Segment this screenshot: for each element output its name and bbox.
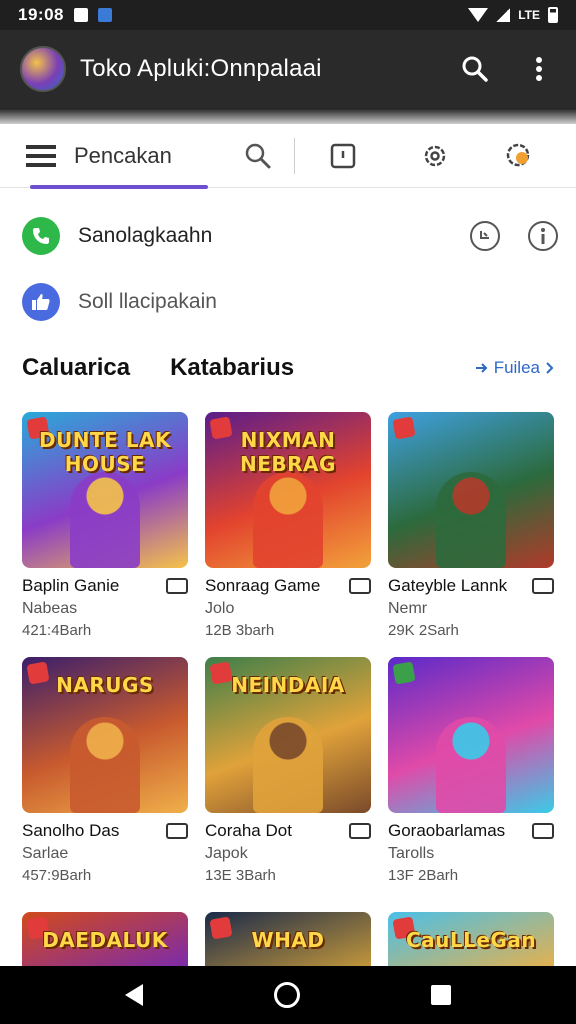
install-icon[interactable] bbox=[349, 578, 371, 594]
game-art-title: NIXMAN NEBRAG bbox=[240, 428, 336, 476]
tab-account[interactable] bbox=[501, 138, 537, 174]
game-size: 421:4Barh bbox=[22, 622, 92, 639]
character-art bbox=[253, 717, 323, 813]
list-item-label: Soll llacipakain bbox=[78, 290, 217, 313]
game-art-title: NARUGS bbox=[56, 673, 154, 697]
game-developer: Nabeas bbox=[22, 600, 78, 617]
section-title-right[interactable]: Katabarius bbox=[170, 354, 294, 382]
game-size: 457:9Barh bbox=[22, 867, 92, 884]
game-thumbnail[interactable]: NARUGS bbox=[22, 657, 188, 813]
tab-bar: Pencakan bbox=[0, 124, 576, 189]
install-icon[interactable] bbox=[532, 823, 554, 839]
recents-button[interactable] bbox=[430, 985, 451, 1005]
game-title: Gateyble Lannk bbox=[388, 576, 508, 595]
info-box-icon bbox=[330, 143, 356, 168]
network-type: LTE bbox=[518, 8, 540, 22]
download-circle-icon[interactable] bbox=[470, 221, 500, 251]
settings-user-icon bbox=[506, 143, 530, 166]
info-icon[interactable] bbox=[528, 221, 558, 251]
home-button[interactable] bbox=[273, 982, 300, 1008]
game-title: Coraha Dot bbox=[205, 821, 292, 840]
gear-icon bbox=[424, 145, 446, 166]
install-icon[interactable] bbox=[349, 823, 371, 839]
app-notification-icon bbox=[97, 8, 112, 22]
game-card[interactable]: NARUGS Sanolho Das Sarlae 457:9Barh bbox=[22, 657, 188, 884]
game-card[interactable]: Gateyble Lannk Nemr 29K 2Sarh bbox=[388, 412, 554, 639]
install-icon[interactable] bbox=[532, 578, 554, 594]
game-thumbnail[interactable]: NIXMAN NEBRAG bbox=[205, 412, 371, 568]
game-thumbnail[interactable] bbox=[388, 412, 554, 568]
install-icon[interactable] bbox=[166, 578, 188, 594]
avatar[interactable] bbox=[20, 46, 66, 92]
game-thumbnail[interactable]: NEINDAIA bbox=[205, 657, 371, 813]
menu-icon bbox=[26, 144, 56, 167]
section-title-left: Caluarica bbox=[22, 354, 131, 381]
list-item-label: Sanolagkaahn bbox=[78, 224, 213, 247]
app-bar-shadow bbox=[0, 108, 576, 124]
game-title: Baplin Ganie bbox=[22, 576, 120, 595]
character-art bbox=[436, 472, 506, 568]
game-developer: Sarlae bbox=[22, 845, 69, 862]
tab-active[interactable]: Pencakan bbox=[26, 124, 208, 189]
status-time: 19:08 bbox=[18, 5, 64, 24]
game-art-title: NEINDAIA bbox=[231, 673, 345, 697]
game-size: 13F 2Barh bbox=[388, 867, 459, 884]
search-icon bbox=[245, 143, 271, 168]
wifi-icon bbox=[468, 8, 489, 22]
more-options-button[interactable] bbox=[522, 52, 556, 86]
game-card[interactable]: DUNTE LAK HOUSE Baplin Ganie Nabeas 421:4Ba… bbox=[22, 412, 188, 639]
list-item-contacts[interactable]: Sanolagkaahn bbox=[22, 214, 558, 258]
arrow-right-icon bbox=[475, 363, 488, 373]
game-thumbnail[interactable]: DUNTE LAK HOUSE bbox=[22, 412, 188, 568]
game-art-title: WHAD bbox=[251, 928, 325, 952]
game-developer: Japok bbox=[205, 845, 248, 862]
chevron-right-icon bbox=[546, 362, 554, 374]
tab-settings[interactable] bbox=[417, 138, 453, 174]
navigation-bar bbox=[0, 966, 576, 1024]
section-header: Caluarica Katabarius Fuilea bbox=[22, 348, 554, 388]
search-button[interactable] bbox=[458, 52, 492, 86]
install-icon[interactable] bbox=[166, 823, 188, 839]
tab-updates[interactable] bbox=[325, 138, 361, 174]
character-art bbox=[253, 472, 323, 568]
game-title: Sonraag Game bbox=[205, 576, 321, 595]
see-more-link[interactable]: Fuilea bbox=[475, 358, 554, 378]
game-card[interactable]: NEINDAIA Coraha Dot Japok 13E 3Barh bbox=[205, 657, 371, 884]
game-developer: Tarolls bbox=[388, 845, 435, 862]
tab-active-label: Pencakan bbox=[74, 142, 172, 168]
back-button[interactable] bbox=[125, 984, 144, 1006]
page-title: Toko Apluki:Onnpalaai bbox=[80, 55, 322, 82]
app-bar: Toko Apluki:Onnpalaai bbox=[0, 30, 576, 108]
badge-icon bbox=[392, 661, 416, 685]
thumbs-up-icon bbox=[22, 283, 60, 321]
more-vert-icon bbox=[536, 57, 542, 81]
game-size: 29K 2Sarh bbox=[388, 622, 459, 639]
game-thumbnail[interactable] bbox=[388, 657, 554, 813]
game-art-title: DAEDALUK bbox=[42, 928, 168, 952]
notification-icon bbox=[73, 8, 88, 22]
game-card[interactable]: NIXMAN NEBRAG Sonraag Game Jolo 12B 3barh bbox=[205, 412, 371, 639]
list-item-recommendations[interactable]: Soll llacipakain bbox=[22, 280, 558, 324]
game-developer: Nemr bbox=[388, 600, 428, 617]
phone-icon bbox=[22, 217, 60, 255]
character-art bbox=[70, 717, 140, 813]
game-title: Goraobarlamas bbox=[388, 821, 506, 840]
character-art bbox=[436, 717, 506, 813]
tab-search[interactable] bbox=[240, 138, 276, 174]
game-title: Sanolho Das bbox=[22, 821, 120, 840]
game-art-title: DUNTE LAK HOUSE bbox=[38, 428, 172, 476]
see-more-label: Fuilea bbox=[493, 358, 540, 377]
search-icon bbox=[462, 56, 488, 82]
character-art bbox=[70, 472, 140, 568]
badge-icon bbox=[392, 416, 416, 440]
tab-divider bbox=[294, 137, 295, 174]
battery-icon bbox=[548, 7, 558, 23]
game-size: 13E 3Barh bbox=[205, 867, 276, 884]
game-card[interactable]: Goraobarlamas Tarolls 13F 2Barh bbox=[388, 657, 554, 884]
game-art-title: CauLLeGan bbox=[405, 928, 537, 952]
signal-icon bbox=[496, 8, 511, 22]
game-developer: Jolo bbox=[205, 600, 235, 617]
game-size: 12B 3barh bbox=[205, 622, 275, 639]
status-bar: 19:08 LTE bbox=[0, 0, 576, 30]
